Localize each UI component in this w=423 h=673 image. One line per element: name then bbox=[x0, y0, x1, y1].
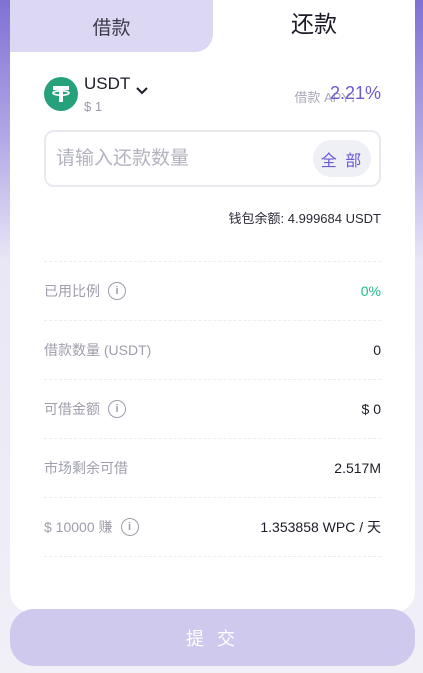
stat-label-text: 借款数量 (USDT) bbox=[44, 341, 152, 358]
info-icon[interactable]: i bbox=[108, 281, 126, 300]
wallet-balance-value: 4.999684 USDT bbox=[287, 211, 381, 226]
stat-row-earnings: $ 10000 赚 i 1.353858 WPC / 天 bbox=[44, 497, 381, 555]
info-icon[interactable]: i bbox=[120, 517, 139, 536]
chevron-down-icon[interactable] bbox=[135, 86, 149, 96]
stat-row-borrowable: 可借金额 i $ 0 bbox=[44, 379, 381, 437]
stat-label-text: 市场剩余可借 bbox=[44, 459, 128, 476]
wallet-balance: 钱包余额: 4.999684 USDT bbox=[229, 208, 381, 227]
tab-borrow[interactable]: 借款 bbox=[10, 0, 213, 52]
stat-label-text: 可借金额 bbox=[44, 400, 100, 417]
stat-row-market-remaining: 市场剩余可借 2.517M bbox=[44, 438, 381, 496]
tab-repay[interactable]: 还款 bbox=[213, 0, 415, 52]
mode-tabs: 借款 还款 bbox=[10, 0, 415, 52]
token-symbol[interactable]: USDT bbox=[84, 74, 130, 94]
max-button[interactable]: 全 部 bbox=[313, 140, 371, 177]
token-price: $ 1 bbox=[84, 99, 103, 114]
submit-button[interactable]: 提 交 bbox=[10, 609, 415, 666]
stat-label: $ 10000 赚 i bbox=[44, 517, 139, 537]
stat-label: 借款数量 (USDT) bbox=[44, 340, 151, 360]
stat-label: 已用比例 i bbox=[44, 281, 126, 301]
stat-value: $ 0 bbox=[361, 400, 381, 417]
info-icon[interactable]: i bbox=[108, 399, 126, 418]
stat-value: 2.517M bbox=[334, 459, 381, 476]
divider bbox=[44, 556, 381, 557]
stat-label: 可借金额 i bbox=[44, 399, 126, 419]
wallet-balance-label: 钱包余额: bbox=[228, 211, 285, 226]
stat-row-utilization: 已用比例 i 0% bbox=[44, 261, 381, 319]
apy-value: 2.21% bbox=[329, 83, 381, 103]
tether-icon[interactable] bbox=[44, 77, 78, 111]
amount-field: 全 部 bbox=[44, 130, 381, 187]
stat-value: 0 bbox=[373, 341, 381, 358]
stat-row-borrowed: 借款数量 (USDT) 0 bbox=[44, 320, 381, 378]
stat-label-text: $ 10000 赚 bbox=[44, 518, 113, 535]
stat-label-text: 已用比例 bbox=[44, 282, 100, 299]
stat-label: 市场剩余可借 bbox=[44, 458, 128, 478]
repay-amount-input[interactable] bbox=[56, 143, 306, 175]
stat-value: 1.353858 WPC / 天 bbox=[260, 518, 381, 535]
stat-value: 0% bbox=[360, 282, 381, 299]
